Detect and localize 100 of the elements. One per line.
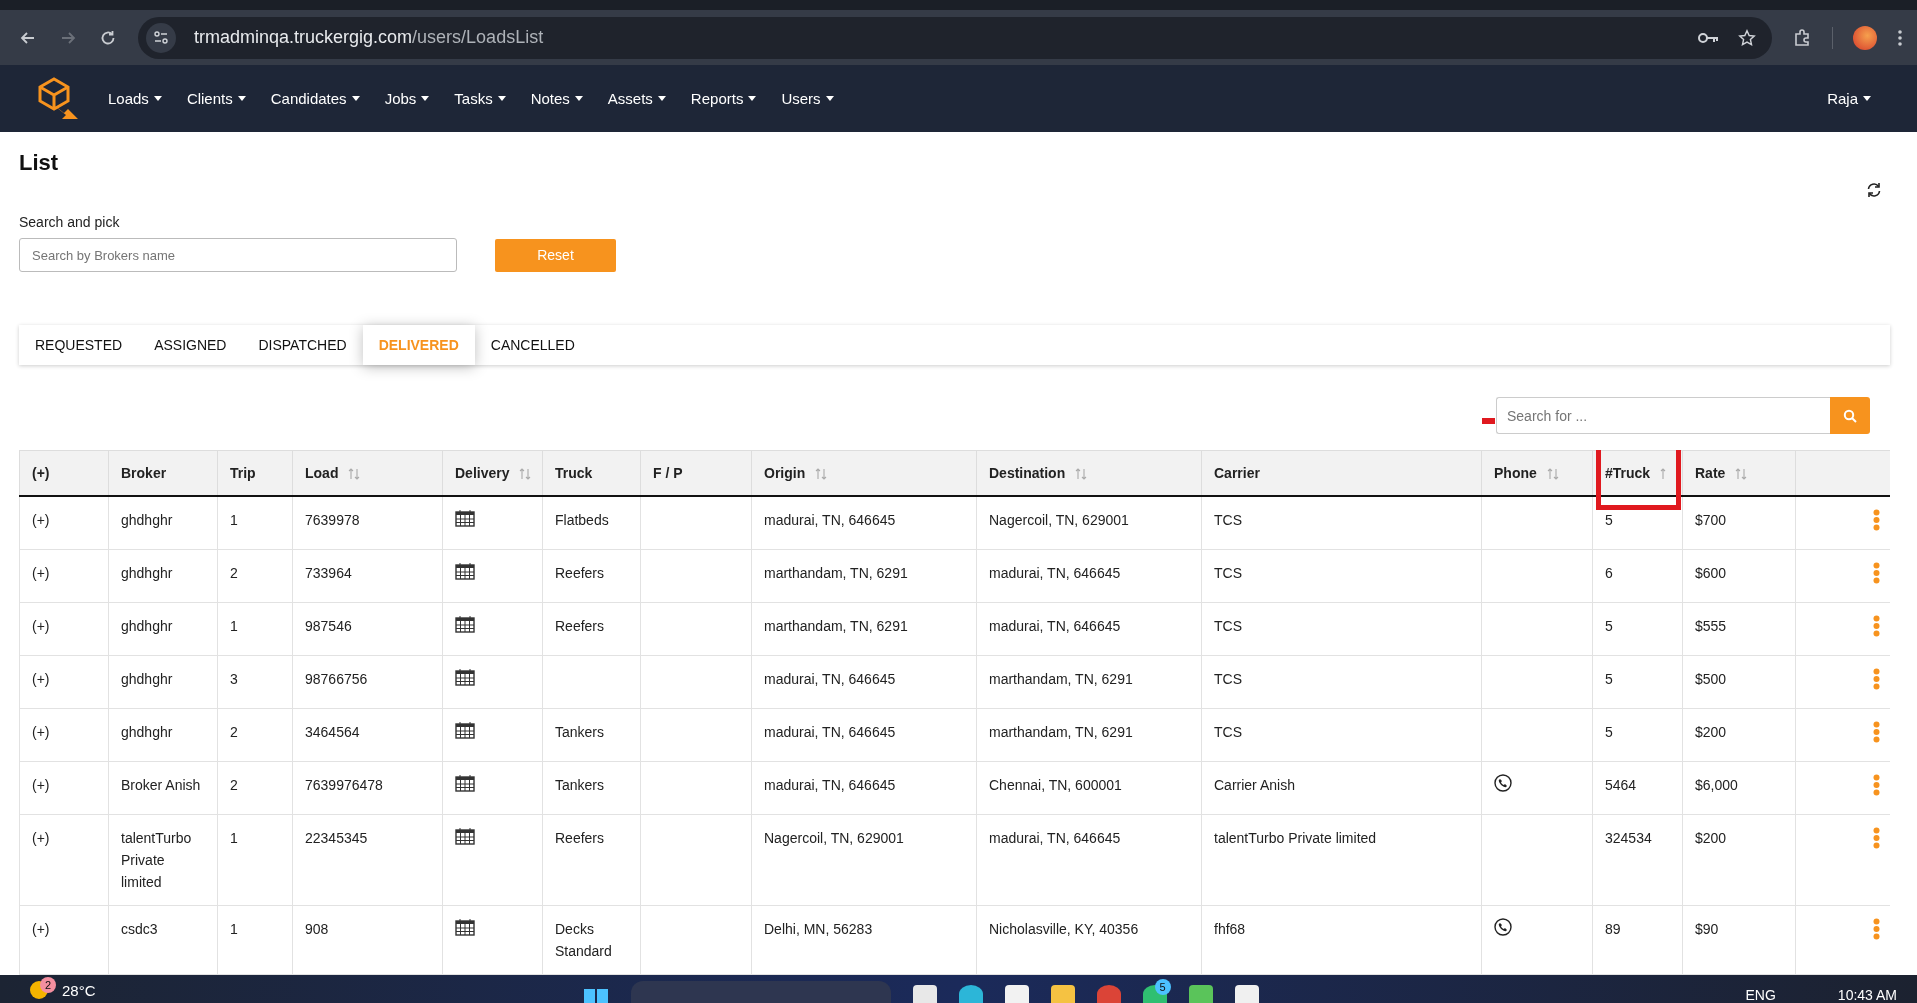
caret-icon [748, 96, 757, 101]
cell-expand[interactable]: (+) [32, 830, 50, 846]
cell-truck: Tankers [555, 777, 605, 793]
refresh-icon[interactable] [1866, 182, 1882, 198]
broker-search-field[interactable]: Search by Brokers name [19, 238, 457, 272]
nav-menu[interactable]: Clients [186, 90, 246, 107]
cell-origin: Nagercoil, TN, 629001 [764, 830, 904, 846]
calendar-icon[interactable] [455, 509, 475, 527]
column-header[interactable]: Load [292, 450, 443, 496]
cell-trucks: 6 [1605, 565, 1613, 581]
phone-icon[interactable] [1494, 774, 1512, 792]
nav-menu[interactable]: Jobs [384, 90, 430, 107]
nav-menu[interactable]: Tasks [454, 90, 506, 107]
cell-load: 7639976478 [305, 777, 383, 793]
cell-carrier: Carrier Anish [1214, 777, 1295, 793]
cell-expand[interactable]: (+) [32, 618, 50, 634]
column-header[interactable]: Destination [976, 450, 1202, 496]
status-tab[interactable]: REQUESTED [19, 325, 139, 365]
cell-rate: $200 [1695, 724, 1727, 740]
caret-icon [421, 96, 430, 101]
cell-trucks: 324534 [1605, 830, 1652, 846]
cell-load: 22345345 [305, 830, 368, 846]
puzzle-icon[interactable] [1792, 27, 1812, 48]
caret-icon [574, 96, 583, 101]
cell-expand[interactable]: (+) [32, 512, 50, 528]
cell-truck: Flatbeds [555, 512, 609, 528]
nav-menu[interactable]: Loads [108, 90, 162, 107]
cell-carrier: TCS [1214, 724, 1242, 740]
page-title: List [19, 150, 59, 176]
calendar-icon[interactable] [455, 562, 475, 580]
cell-truck: Decks Standard [555, 921, 612, 959]
cell-load: 908 [305, 921, 329, 937]
column-header[interactable]: Rate [1682, 450, 1796, 496]
column-header: Carrier [1201, 450, 1482, 496]
search-label: Search and pick [19, 214, 121, 230]
cell-broker: Broker Anish [121, 777, 201, 793]
app-icon[interactable] [912, 985, 937, 1003]
column-header[interactable]: Phone [1481, 450, 1593, 496]
cell-expand[interactable]: (+) [32, 671, 50, 687]
status-tab[interactable]: CANCELLED [474, 325, 591, 365]
cell-origin: madurai, TN, 646645 [764, 777, 896, 793]
cell-expand[interactable]: (+) [32, 777, 50, 793]
address-bar[interactable]: trmadminqa.truckergig.com/users/LoadsList [138, 16, 1772, 59]
cell-origin: madurai, TN, 646645 [764, 512, 896, 528]
status-tab[interactable]: ASSIGNED [138, 325, 243, 365]
calendar-icon[interactable] [455, 615, 475, 633]
cell-carrier: talentTurbo Private limited [1214, 830, 1377, 846]
cell-trip: 1 [230, 618, 238, 634]
cell-truck: Reefers [555, 830, 605, 846]
nav-menu[interactable]: Reports [690, 90, 757, 107]
calendar-icon[interactable] [455, 918, 475, 936]
cell-broker: ghdhghr [121, 671, 173, 687]
status-tab[interactable]: DISPATCHED [242, 325, 363, 365]
cell-broker: talentTurbo Private limited [121, 830, 192, 890]
column-header[interactable]: Delivery [442, 450, 543, 496]
cell-expand[interactable]: (+) [32, 921, 50, 937]
cell-destination: marthandam, TN, 6291 [989, 724, 1133, 740]
clock-text[interactable]: 10:43 AM [1837, 987, 1897, 1003]
site-settings-icon[interactable] [153, 29, 169, 46]
cell-load: 7639978 [305, 512, 360, 528]
cell-trucks: 5 [1605, 512, 1613, 528]
cell-broker: ghdhghr [121, 565, 173, 581]
column-header[interactable]: Origin [751, 450, 977, 496]
cell-trucks: 5 [1605, 618, 1613, 634]
cell-trucks: 89 [1605, 921, 1621, 937]
nav-menu[interactable]: Candidates [270, 90, 360, 107]
more-icon[interactable] [1897, 28, 1903, 47]
column-header: F / P [640, 450, 752, 496]
temperature-text: 28°C [62, 981, 96, 999]
nav-menu[interactable]: Notes [530, 90, 583, 107]
calendar-icon[interactable] [455, 721, 475, 739]
cell-origin: marthandam, TN, 6291 [764, 618, 908, 634]
cell-truck: Reefers [555, 565, 605, 581]
phone-icon[interactable] [1494, 918, 1512, 936]
cell-truck: Tankers [555, 724, 605, 740]
calendar-icon[interactable] [455, 774, 475, 792]
nav-menu[interactable]: Assets [607, 90, 666, 107]
cell-trucks: 5 [1605, 671, 1613, 687]
cell-expand[interactable]: (+) [32, 565, 50, 581]
cell-destination: madurai, TN, 646645 [989, 830, 1121, 846]
cell-rate: $600 [1695, 565, 1727, 581]
cell-rate: $500 [1695, 671, 1727, 687]
nav-menu[interactable]: Users [781, 90, 834, 107]
cell-destination: marthandam, TN, 6291 [989, 671, 1133, 687]
cell-trucks: 5 [1605, 724, 1613, 740]
calendar-icon[interactable] [455, 668, 475, 686]
start-icon[interactable] [582, 987, 609, 1003]
cell-destination: madurai, TN, 646645 [989, 618, 1121, 634]
cell-broker: csdc3 [121, 921, 158, 937]
cell-expand[interactable]: (+) [32, 724, 50, 740]
star-icon[interactable] [1738, 28, 1756, 47]
cell-load: 987546 [305, 618, 352, 634]
profile-avatar[interactable] [1853, 25, 1877, 50]
table-search-field[interactable]: Search for ... [1496, 397, 1830, 434]
cell-carrier: TCS [1214, 671, 1242, 687]
language-indicator[interactable]: ENG [1745, 987, 1776, 1003]
key-icon[interactable] [1698, 30, 1720, 45]
calendar-icon[interactable] [455, 827, 475, 845]
cell-broker: ghdhghr [121, 724, 173, 740]
user-menu[interactable]: Raja [1827, 90, 1871, 107]
